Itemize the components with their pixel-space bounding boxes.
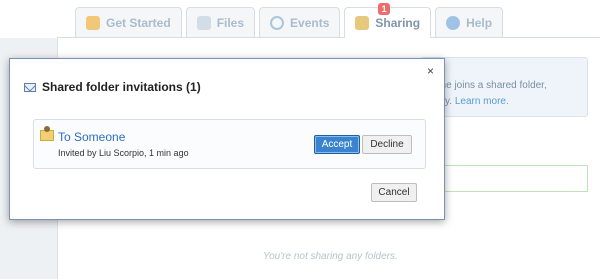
tab-help[interactable]: Help xyxy=(435,7,504,37)
sharing-info-box: one joins a shared folder, ally. Learn m… xyxy=(420,57,588,117)
help-icon xyxy=(446,15,461,30)
tab-sharing[interactable]: Sharing 1 xyxy=(344,3,432,38)
dialog-title-text: Shared folder invitations (1) xyxy=(42,80,201,94)
rocket-icon xyxy=(86,15,100,30)
tab-get-started[interactable]: Get Started xyxy=(75,7,182,37)
share-folder-box xyxy=(420,165,588,192)
tab-label: Help xyxy=(466,15,493,30)
tab-label: Events xyxy=(290,15,330,30)
clock-icon xyxy=(270,15,285,30)
tab-label: Files xyxy=(216,15,245,30)
tab-bar: Get Started Files Events Sharing 1 Help xyxy=(75,3,504,38)
tab-files[interactable]: Files xyxy=(185,7,256,37)
dialog-title: Shared folder invitations (1) xyxy=(24,80,201,94)
files-icon xyxy=(196,15,211,30)
invitation-item: To Someone Invited by Liu Scorpio, 1 min… xyxy=(33,119,426,169)
invitations-dialog: × Shared folder invitations (1) To Someo… xyxy=(9,58,445,220)
invited-by-text: Invited by Liu Scorpio, 1 min ago xyxy=(58,148,189,158)
close-icon[interactable]: × xyxy=(427,64,434,78)
folder-name-link[interactable]: To Someone xyxy=(58,130,125,144)
envelope-icon xyxy=(24,82,36,92)
decline-button[interactable]: Decline xyxy=(362,135,412,154)
learn-more-link[interactable]: Learn more. xyxy=(455,96,509,107)
tab-label: Get Started xyxy=(106,15,171,30)
tab-events[interactable]: Events xyxy=(259,7,341,37)
notification-badge: 1 xyxy=(378,3,391,15)
sharing-icon xyxy=(355,16,370,30)
cancel-button[interactable]: Cancel xyxy=(371,183,417,202)
empty-state-text: You're not sharing any folders. xyxy=(263,251,398,262)
tab-label: Sharing xyxy=(375,16,421,30)
info-text-line1: one joins a shared folder, xyxy=(435,80,547,91)
accept-button[interactable]: Accept xyxy=(314,135,360,154)
shared-folder-icon xyxy=(40,126,54,141)
